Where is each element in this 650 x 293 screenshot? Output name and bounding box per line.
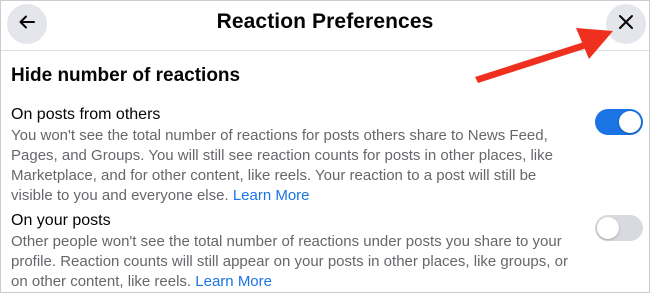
- learn-more-link[interactable]: Learn More: [233, 187, 310, 204]
- learn-more-link[interactable]: Learn More: [195, 273, 272, 290]
- setting-your-posts: On your posts Other people won't see the…: [11, 211, 571, 292]
- toggle-knob: [619, 111, 641, 133]
- setting-description-text: Other people won't see the total number …: [11, 233, 568, 290]
- reaction-preferences-dialog: Reaction Preferences Hide number of reac…: [0, 0, 650, 293]
- setting-title: On your posts: [11, 212, 111, 229]
- setting-description: Other people won't see the total number …: [11, 232, 571, 292]
- toggle-your-posts[interactable]: [595, 215, 643, 241]
- toggle-posts-from-others[interactable]: [595, 109, 643, 135]
- toggle-knob: [597, 217, 619, 239]
- setting-description: You won't see the total number of reacti…: [11, 126, 571, 206]
- close-icon: [616, 12, 636, 37]
- close-button[interactable]: [606, 4, 646, 44]
- setting-posts-from-others: On posts from others You won't see the t…: [11, 105, 571, 206]
- section-title: Hide number of reactions: [11, 65, 241, 86]
- dialog-header: Reaction Preferences: [1, 1, 649, 51]
- setting-title: On posts from others: [11, 106, 161, 123]
- page-title: Reaction Preferences: [216, 10, 434, 33]
